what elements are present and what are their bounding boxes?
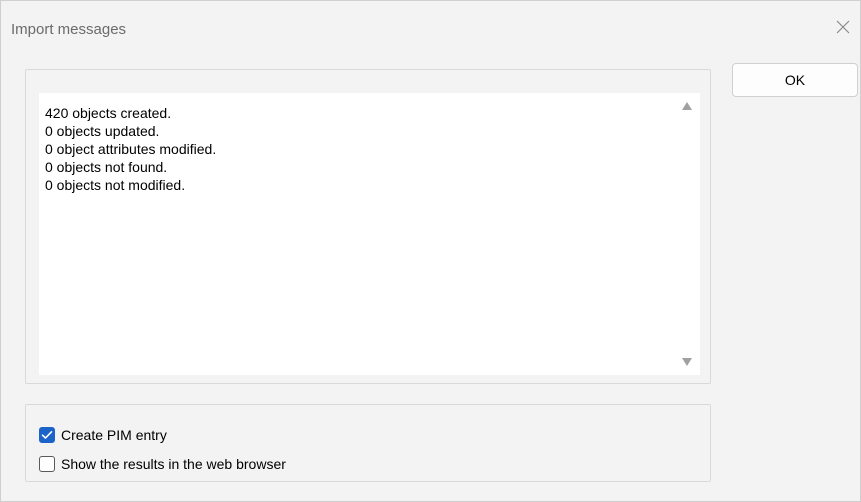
title-bar: Import messages (1, 1, 860, 41)
message-line: 420 objects created. (45, 105, 172, 121)
import-messages-dialog: Import messages 420 objects created. 0 o… (0, 0, 861, 502)
vertical-scrollbar[interactable] (675, 94, 699, 374)
checkmark-icon (41, 427, 53, 443)
scroll-up-button[interactable] (680, 99, 694, 113)
create-pim-entry-option[interactable]: Create PIM entry (39, 425, 167, 445)
message-log-text: 420 objects created. 0 objects updated. … (45, 104, 665, 194)
create-pim-entry-label: Create PIM entry (61, 427, 167, 443)
close-button[interactable] (826, 13, 860, 41)
ok-button[interactable]: OK (732, 63, 858, 97)
show-results-web-checkbox[interactable] (39, 456, 55, 472)
message-line: 0 object attributes modified. (45, 141, 217, 157)
show-results-web-label: Show the results in the web browser (61, 456, 286, 472)
triangle-down-icon (682, 353, 692, 371)
window-title: Import messages (11, 21, 127, 38)
messages-group: 420 objects created. 0 objects updated. … (25, 69, 711, 384)
show-results-web-option[interactable]: Show the results in the web browser (39, 454, 286, 474)
message-line: 0 objects updated. (45, 123, 160, 139)
close-icon (836, 20, 850, 34)
message-log[interactable]: 420 objects created. 0 objects updated. … (39, 93, 700, 375)
triangle-up-icon (682, 97, 692, 115)
create-pim-entry-checkbox[interactable] (39, 427, 55, 443)
scroll-down-button[interactable] (680, 355, 694, 369)
options-group: Create PIM entry Show the results in the… (25, 404, 711, 482)
message-line: 0 objects not found. (45, 159, 168, 175)
message-line: 0 objects not modified. (45, 177, 186, 193)
